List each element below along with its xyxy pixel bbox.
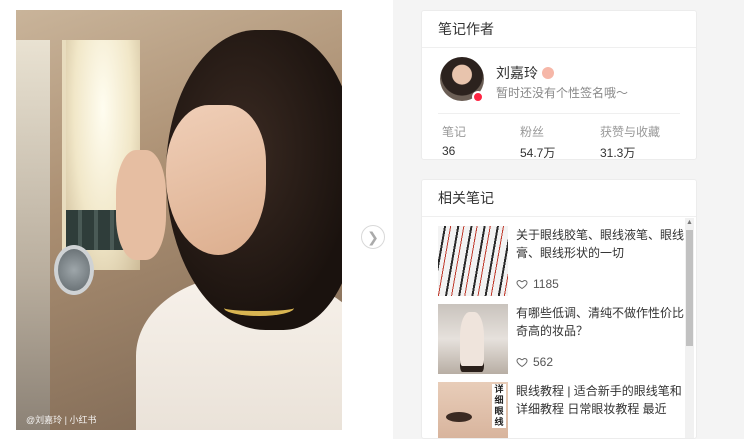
note-thumbnail[interactable] — [438, 304, 508, 374]
note-title[interactable]: 眼线教程 | 适合新手的眼线笔和详细教程 日常眼妆教程 最近 — [516, 382, 684, 418]
note-photo[interactable]: @刘嘉玲 | 小红书 — [16, 10, 342, 430]
photo-necklace — [224, 300, 294, 316]
stat-notes: 笔记 36 — [442, 123, 466, 158]
author-card-title: 笔记作者 — [422, 11, 696, 48]
thumbnail-caption: 详细眼线 — [492, 384, 506, 428]
author-name-link[interactable]: 刘嘉玲 — [496, 63, 554, 83]
note-title[interactable]: 关于眼线胶笔、眼线液笔、眼线膏、眼线形状的一切 — [516, 226, 684, 262]
stat-value: 36 — [442, 144, 456, 158]
related-notes-card: 相关笔记 关于眼线胶笔、眼线液笔、眼线膏、眼线形状的一切 1185 有哪些低调、… — [421, 179, 697, 439]
verified-badge-icon — [472, 91, 484, 103]
author-card: 笔记作者 刘嘉玲 暂时还没有个性签名哦～ 笔记 36 粉丝 54.7万 获赞与收… — [421, 10, 697, 160]
level-badge-icon — [542, 67, 554, 79]
scrollbar[interactable]: ▲ — [685, 218, 694, 438]
stat-label: 获赞与收藏 — [600, 125, 661, 139]
list-item[interactable]: 关于眼线胶笔、眼线液笔、眼线膏、眼线形状的一切 1185 — [438, 226, 684, 296]
stat-label: 粉丝 — [520, 125, 545, 139]
author-name: 刘嘉玲 — [496, 65, 538, 81]
note-likes: 562 — [516, 355, 553, 369]
likes-count: 562 — [533, 355, 554, 369]
stat-likes-collections: 获赞与收藏 31.3万 — [600, 123, 660, 161]
stat-value: 31.3万 — [600, 146, 636, 160]
stat-label: 笔记 — [442, 125, 467, 139]
list-item[interactable]: 有哪些低调、清纯不做作性价比奇高的妆品？ 562 — [438, 304, 684, 374]
photo-shelf — [16, 40, 50, 430]
next-image-button[interactable]: ❯ — [361, 225, 385, 249]
divider — [438, 113, 680, 114]
heart-icon[interactable] — [516, 356, 528, 368]
related-notes-list: 关于眼线胶笔、眼线液笔、眼线膏、眼线形状的一切 1185 有哪些低调、清纯不做作… — [422, 218, 696, 438]
photo-mirror — [54, 245, 94, 295]
related-card-title: 相关笔记 — [422, 180, 696, 217]
note-thumbnail[interactable] — [438, 226, 508, 296]
list-item[interactable]: 详细眼线 眼线教程 | 适合新手的眼线笔和详细教程 日常眼妆教程 最近 — [438, 382, 684, 438]
note-title[interactable]: 有哪些低调、清纯不做作性价比奇高的妆品？ — [516, 304, 684, 340]
scroll-up-icon[interactable]: ▲ — [685, 218, 694, 228]
note-likes: 1185 — [516, 277, 559, 291]
photo-hand — [116, 150, 166, 260]
author-bio: 暂时还没有个性签名哦～ — [496, 86, 629, 100]
heart-icon[interactable] — [516, 278, 528, 290]
stat-value: 54.7万 — [520, 146, 556, 160]
stat-fans: 粉丝 54.7万 — [520, 123, 555, 161]
note-image-viewer: @刘嘉玲 | 小红书 ❯ — [0, 0, 393, 439]
chevron-right-icon: ❯ — [367, 229, 379, 245]
photo-watermark: @刘嘉玲 | 小红书 — [26, 415, 97, 425]
likes-count: 1185 — [533, 277, 559, 291]
note-thumbnail[interactable]: 详细眼线 — [438, 382, 508, 438]
photo-face — [166, 105, 266, 255]
scrollbar-thumb[interactable] — [686, 230, 693, 346]
